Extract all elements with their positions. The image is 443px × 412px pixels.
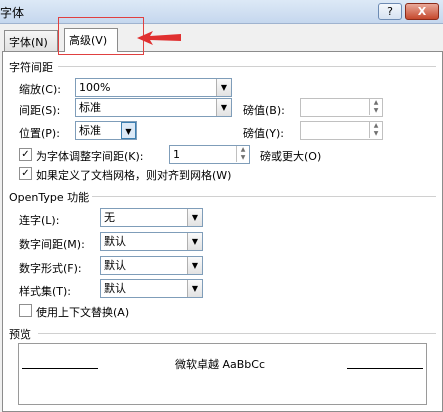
spin-down-icon[interactable]: ▼	[236, 154, 249, 162]
contextual-checkbox[interactable]	[19, 304, 32, 317]
spacing-by-label: 磅值(B):	[243, 104, 285, 117]
position-by-spinner[interactable]: ▲ ▼	[369, 122, 382, 139]
chevron-down-icon[interactable]: ▼	[121, 122, 136, 139]
baseline-right	[347, 368, 423, 369]
baseline-left	[22, 368, 98, 369]
scale-combo[interactable]: 100% ▼	[75, 78, 232, 97]
chevron-down-icon[interactable]: ▼	[187, 280, 202, 297]
scale-label: 缩放(C):	[19, 83, 61, 96]
char-spacing-heading: 字符间距	[9, 61, 53, 74]
snap-grid-label: 如果定义了文档网格，则对齐到网格(W)	[36, 169, 232, 182]
spin-up-icon[interactable]: ▲	[236, 146, 249, 154]
opentype-heading: OpenType 功能	[9, 191, 90, 204]
ligatures-label: 连字(L):	[19, 214, 60, 227]
preview-sample-text: 微软卓越 AaBbCc	[175, 358, 266, 371]
help-button[interactable]: ?	[378, 3, 402, 20]
kerning-input[interactable]: 1 ▲ ▼	[169, 145, 250, 164]
scale-value: 100%	[79, 81, 111, 94]
position-combo[interactable]: 标准 ▼	[75, 121, 137, 140]
ligatures-combo[interactable]: 无 ▼	[100, 208, 203, 227]
group-divider	[58, 66, 436, 67]
kerning-spinner[interactable]: ▲ ▼	[236, 146, 249, 163]
spacing-label: 间距(S):	[19, 104, 61, 117]
spin-down-icon[interactable]: ▼	[369, 130, 382, 138]
group-divider	[38, 333, 436, 334]
position-by-input[interactable]: ▲ ▼	[300, 121, 383, 140]
position-by-label: 磅值(Y):	[243, 127, 285, 140]
position-value: 标准	[79, 124, 101, 137]
chevron-down-icon[interactable]: ▼	[187, 209, 202, 226]
spin-up-icon[interactable]: ▲	[369, 122, 382, 130]
spin-up-icon[interactable]: ▲	[369, 99, 382, 107]
ligatures-value: 无	[104, 211, 115, 224]
preview-heading: 预览	[9, 328, 31, 341]
group-divider	[92, 196, 436, 197]
tab-font[interactable]: 字体(N)	[4, 30, 58, 51]
chevron-down-icon[interactable]: ▼	[216, 99, 231, 116]
chevron-down-icon[interactable]: ▼	[187, 233, 202, 250]
snap-grid-checkbox[interactable]: ✓	[19, 167, 32, 180]
num-spacing-combo[interactable]: 默认 ▼	[100, 232, 203, 251]
annotation-highlight-box	[58, 17, 144, 55]
num-spacing-label: 数字间距(M):	[19, 238, 85, 251]
close-button[interactable]: X	[405, 3, 439, 20]
spacing-combo[interactable]: 标准 ▼	[75, 98, 232, 117]
spin-down-icon[interactable]: ▼	[369, 107, 382, 115]
num-forms-value: 默认	[104, 259, 126, 272]
spacing-by-spinner[interactable]: ▲ ▼	[369, 99, 382, 116]
num-forms-combo[interactable]: 默认 ▼	[100, 256, 203, 275]
num-spacing-value: 默认	[104, 235, 126, 248]
position-label: 位置(P):	[19, 127, 60, 140]
spacing-value: 标准	[79, 101, 101, 114]
kerning-suffix-label: 磅或更大(O)	[260, 150, 322, 163]
kerning-checkbox[interactable]: ✓	[19, 148, 32, 161]
chevron-down-icon[interactable]: ▼	[216, 79, 231, 96]
num-forms-label: 数字形式(F):	[19, 262, 82, 275]
kerning-label: 为字体调整字间距(K):	[36, 150, 144, 163]
chevron-down-icon[interactable]: ▼	[187, 257, 202, 274]
window-title: 字体	[0, 6, 25, 20]
contextual-label: 使用上下文替换(A)	[36, 306, 130, 319]
stylistic-combo[interactable]: 默认 ▼	[100, 279, 203, 298]
kerning-value: 1	[173, 148, 180, 161]
spacing-by-input[interactable]: ▲ ▼	[300, 98, 383, 117]
preview-box	[18, 343, 427, 405]
stylistic-value: 默认	[104, 282, 126, 295]
annotation-arrow-icon	[137, 31, 181, 45]
stylistic-label: 样式集(T):	[19, 285, 72, 298]
